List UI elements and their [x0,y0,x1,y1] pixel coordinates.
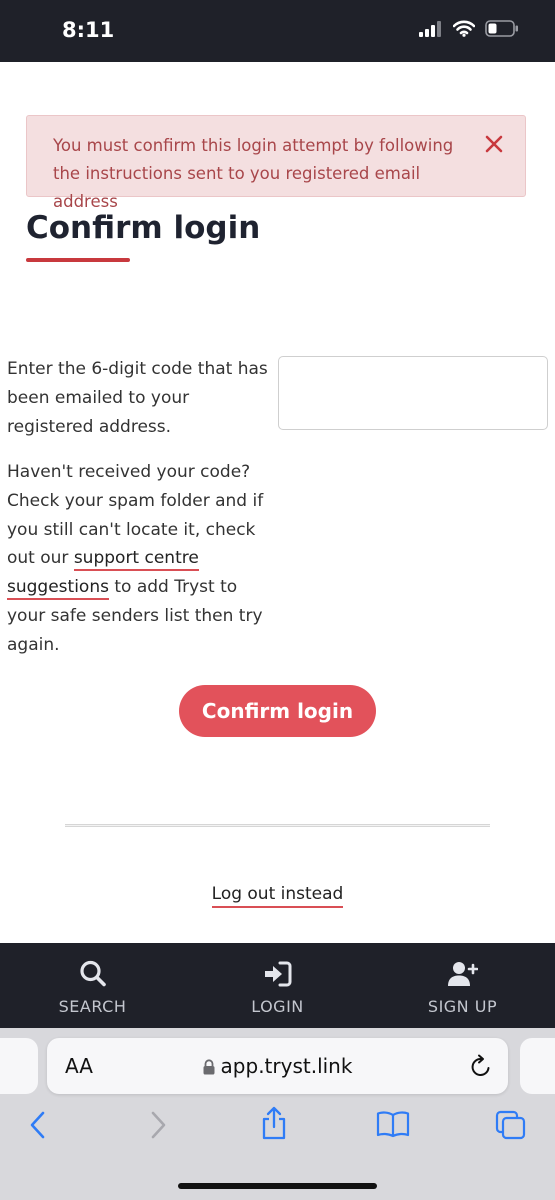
status-time: 8:11 [62,18,115,42]
tabs-icon[interactable] [495,1110,527,1140]
signal-icon [419,20,441,37]
logout-container: Log out instead [0,884,555,908]
nav-sign-up-label: SIGN UP [427,997,498,1016]
browser-chrome: AA app.tryst.link [0,1028,555,1200]
wifi-icon [453,20,475,37]
divider [65,824,490,827]
confirm-login-button[interactable]: Confirm login [179,685,376,737]
status-bar: 8:11 [0,0,555,62]
title-underline [26,258,130,262]
url-display: app.tryst.link [47,1054,508,1078]
logout-link[interactable]: Log out instead [211,884,344,908]
share-icon[interactable] [260,1106,288,1140]
back-icon[interactable] [28,1110,48,1140]
status-icons [419,20,519,37]
close-icon[interactable] [485,132,503,156]
nav-search-label: SEARCH [58,997,127,1016]
nav-sign-up[interactable]: SIGN UP [370,943,555,1028]
help-text: Haven't received your code? Check your s… [7,458,279,660]
nav-search[interactable]: SEARCH [0,943,185,1028]
nav-login-label: LOGIN [251,997,304,1016]
url-text: app.tryst.link [220,1054,353,1078]
page-title: Confirm login [26,210,261,246]
search-icon [79,960,106,987]
next-tab-preview[interactable] [520,1038,555,1094]
login-alert: You must confirm this login attempt by f… [26,115,526,211]
reload-icon[interactable] [470,1054,492,1078]
previous-tab-preview[interactable] [0,1038,38,1094]
nav-login[interactable]: LOGIN [185,943,370,1028]
browser-toolbar [0,1106,555,1150]
lock-icon [203,1059,215,1075]
code-input[interactable] [278,356,548,430]
address-bar[interactable]: AA app.tryst.link [47,1038,508,1094]
home-indicator [178,1183,377,1189]
login-icon [264,961,291,987]
bottom-nav: SEARCH LOGIN SIGN UP [0,943,555,1028]
bookmarks-icon[interactable] [376,1110,410,1138]
forward-icon[interactable] [148,1110,168,1140]
code-instructions: Enter the 6-digit code that has been ema… [7,359,268,437]
battery-icon [485,20,518,37]
alert-message: You must confirm this login attempt by f… [53,136,454,211]
add-user-icon [447,962,478,986]
